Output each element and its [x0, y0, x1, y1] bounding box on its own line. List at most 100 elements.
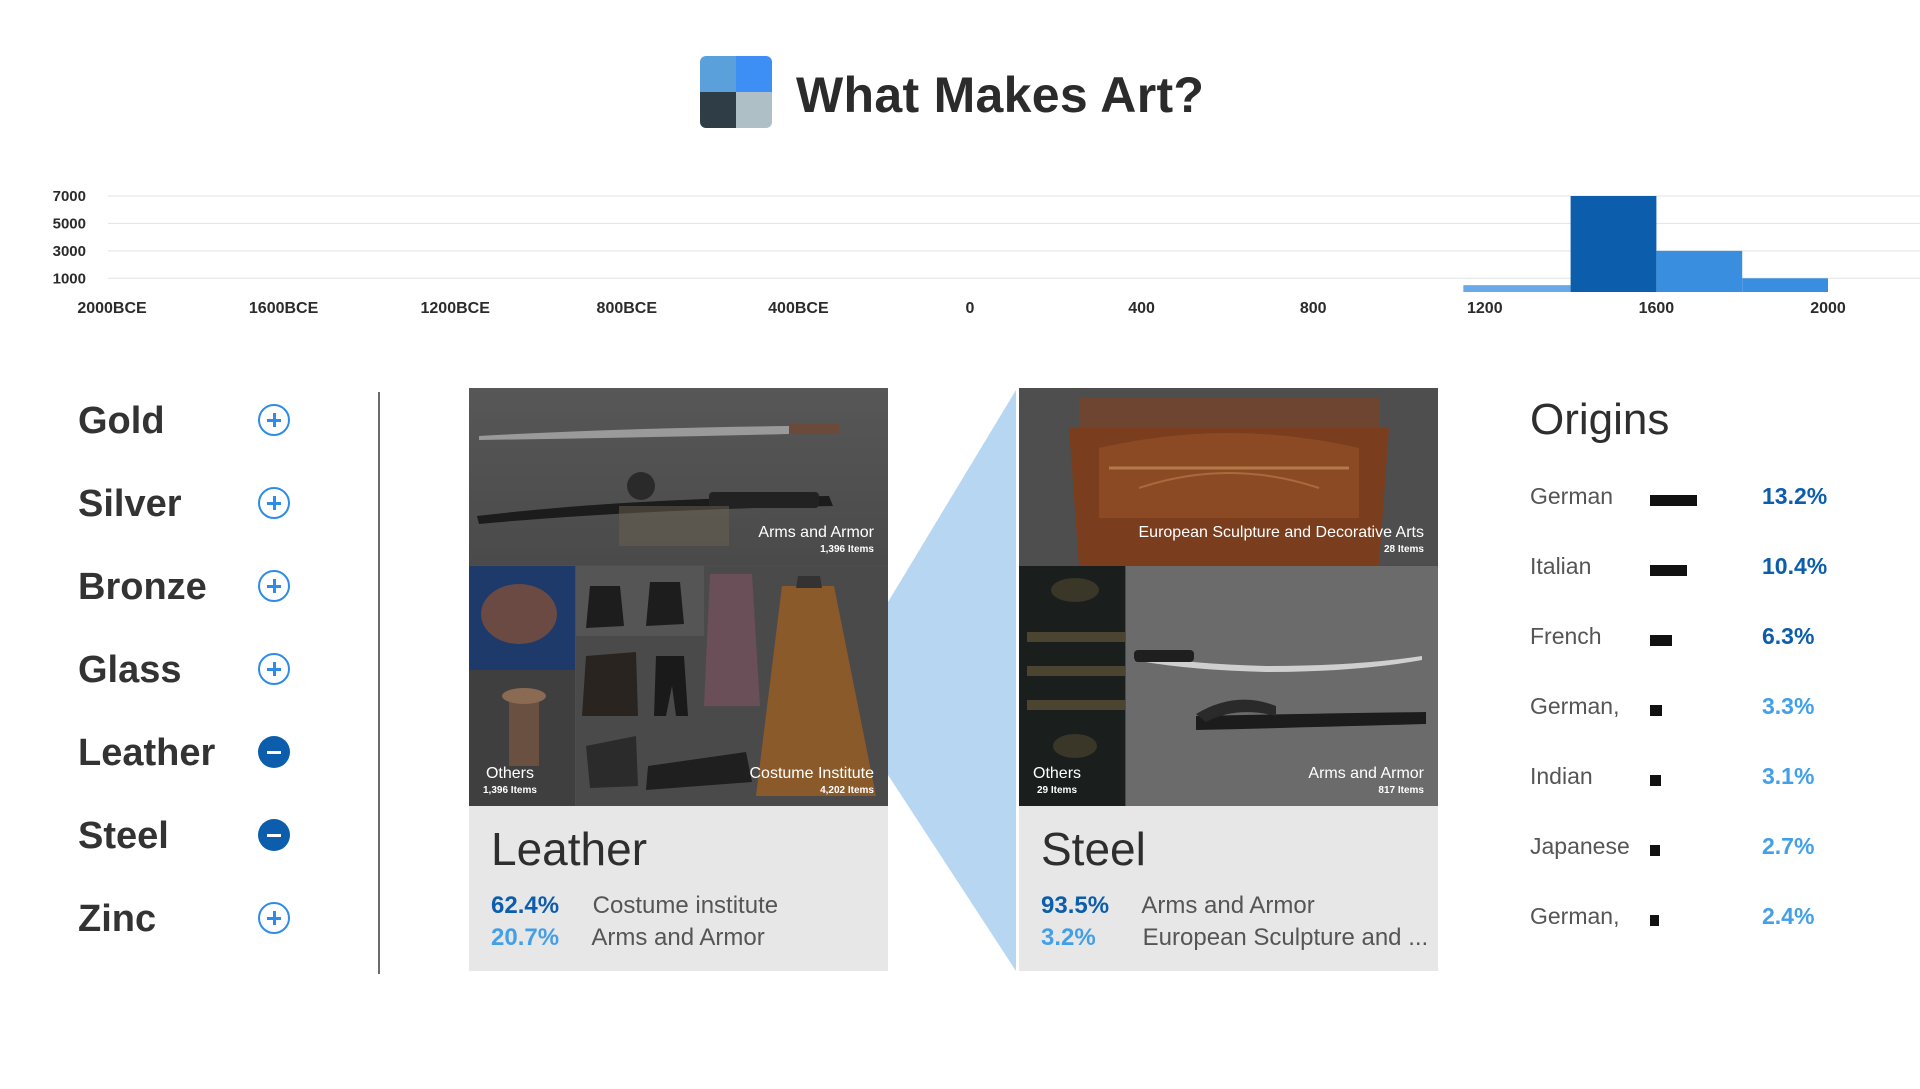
- department-name: Costume institute: [592, 892, 779, 919]
- material-item-steel[interactable]: Steel: [78, 805, 318, 888]
- histogram-bar[interactable]: [1742, 278, 1828, 292]
- material-card-leather[interactable]: Arms and Armor 1,396 Items Others 1,396 …: [469, 388, 888, 971]
- department-percent: 3.2%: [1041, 924, 1096, 951]
- origin-row[interactable]: French 6.3%: [1530, 621, 1890, 661]
- origins-list: German 13.2% Italian 10.4% French 6.3% German,…: [1530, 445, 1890, 965]
- x-tick-label: 800: [1300, 300, 1327, 317]
- x-tick-label: 400: [1128, 300, 1155, 317]
- origins-heading: Origins: [1530, 395, 1670, 444]
- histogram-bar[interactable]: [1463, 285, 1571, 292]
- origin-percent: 3.3%: [1762, 693, 1815, 719]
- material-item-leather[interactable]: Leather: [78, 722, 318, 805]
- material-label: Zinc: [78, 898, 157, 940]
- material-label: Silver: [78, 483, 182, 525]
- plus-circle-icon[interactable]: [258, 487, 290, 519]
- minus-circle-icon[interactable]: [258, 819, 290, 851]
- plus-circle-icon[interactable]: [258, 902, 290, 934]
- x-tick-label: 2000BCE: [77, 300, 147, 317]
- y-tick-label: 1000: [53, 270, 86, 287]
- tile-caption: Arms and Armor 1,396 Items: [758, 524, 874, 555]
- origin-name: Indian: [1530, 763, 1593, 789]
- material-item-gold[interactable]: Gold: [78, 390, 318, 473]
- department-name: European Sculpture and ...: [1142, 924, 1429, 951]
- tile-caption: Others 1,396 Items: [483, 765, 537, 796]
- tile-arms-and-armor[interactable]: Arms and Armor 1,396 Items: [469, 388, 888, 565]
- card-image-grid: European Sculpture and Decorative Arts 2…: [1019, 388, 1438, 806]
- plus-circle-icon[interactable]: [258, 404, 290, 436]
- card-image-grid: Arms and Armor 1,396 Items Others 1,396 …: [469, 388, 888, 806]
- x-tick-label: 0: [966, 300, 975, 317]
- origin-bar: [1650, 705, 1662, 716]
- app-logo-icon: [700, 56, 772, 128]
- y-tick-label: 5000: [53, 215, 86, 232]
- material-label: Bronze: [78, 566, 207, 608]
- card-summary: Leather 62.4% Costume institute 20.7% Ar…: [469, 806, 888, 971]
- material-label: Leather: [78, 732, 216, 774]
- material-item-zinc[interactable]: Zinc: [78, 888, 318, 971]
- card-summary: Steel 93.5% Arms and Armor 3.2% European…: [1019, 806, 1438, 971]
- origin-name: French: [1530, 623, 1602, 649]
- tile-costume-institute[interactable]: Costume Institute 4,202 Items: [576, 566, 888, 806]
- x-tick-label: 800BCE: [597, 300, 658, 317]
- x-tick-label: 1200BCE: [421, 300, 491, 317]
- origin-row[interactable]: German 13.2%: [1530, 481, 1890, 521]
- department-row[interactable]: 93.5% Arms and Armor: [1041, 892, 1315, 920]
- x-tick-label: 1600BCE: [249, 300, 319, 317]
- y-tick-label: 7000: [53, 188, 86, 205]
- origin-name: German,: [1530, 693, 1620, 719]
- tile-european-sculpture[interactable]: European Sculpture and Decorative Arts 2…: [1019, 388, 1438, 565]
- material-item-silver[interactable]: Silver: [78, 473, 318, 556]
- origin-percent: 10.4%: [1762, 553, 1828, 579]
- origin-row[interactable]: German, 3.3%: [1530, 691, 1890, 731]
- department-row[interactable]: 3.2% European Sculpture and ...: [1041, 924, 1428, 952]
- timeline-histogram[interactable]: 7000 5000 3000 1000 2000BCE 1600BCE 1200BCE 800…: [0, 180, 1920, 320]
- origin-percent: 13.2%: [1762, 483, 1828, 509]
- material-card-steel[interactable]: European Sculpture and Decorative Arts 2…: [1019, 388, 1438, 971]
- x-tick-label: 2000: [1810, 300, 1846, 317]
- origin-row[interactable]: Italian 10.4%: [1530, 551, 1890, 591]
- histogram-bar[interactable]: [1656, 250, 1743, 292]
- minus-circle-icon[interactable]: [258, 736, 290, 768]
- origin-percent: 2.7%: [1762, 833, 1815, 859]
- department-percent: 93.5%: [1041, 892, 1110, 919]
- origin-bar: [1650, 565, 1688, 576]
- material-item-bronze[interactable]: Bronze: [78, 556, 318, 639]
- timeline-chart-svg[interactable]: 7000 5000 3000 1000 2000BCE 1600BCE 1200BCE 800…: [0, 180, 1920, 320]
- origin-name: Italian: [1530, 553, 1592, 579]
- vertical-divider: [378, 392, 380, 974]
- department-percent: 20.7%: [491, 924, 560, 951]
- tile-arms-and-armor[interactable]: Arms and Armor 817 Items: [1126, 566, 1438, 806]
- material-label: Steel: [78, 815, 169, 857]
- plus-circle-icon[interactable]: [258, 653, 290, 685]
- card-title: Leather: [491, 823, 648, 875]
- origin-bar: [1650, 775, 1662, 786]
- material-item-glass[interactable]: Glass: [78, 639, 318, 722]
- origin-row[interactable]: German, 2.4%: [1530, 901, 1890, 941]
- tile-caption: Costume Institute 4,202 Items: [749, 765, 875, 796]
- y-tick-label: 3000: [53, 243, 86, 260]
- tile-caption: Arms and Armor 817 Items: [1308, 765, 1424, 796]
- origins-panel: Origins German 13.2% Italian 10.4% French 6.3…: [1530, 395, 1890, 965]
- tile-others[interactable]: Others 29 Items: [1019, 566, 1125, 806]
- tile-others[interactable]: Others 1,396 Items: [469, 566, 575, 806]
- histogram-bar[interactable]: [1570, 196, 1657, 292]
- origin-row[interactable]: Japanese 2.7%: [1530, 831, 1890, 871]
- origin-bar: [1650, 495, 1697, 506]
- department-name: Arms and Armor: [591, 924, 765, 951]
- card-title: Steel: [1041, 823, 1146, 875]
- x-tick-label: 1600: [1639, 300, 1675, 317]
- department-name: Arms and Armor: [1141, 892, 1315, 919]
- material-label: Gold: [78, 400, 165, 442]
- x-tick-label: 400BCE: [768, 300, 829, 317]
- department-row[interactable]: 20.7% Arms and Armor: [491, 924, 765, 952]
- origin-percent: 2.4%: [1762, 903, 1815, 929]
- origin-row[interactable]: Indian 3.1%: [1530, 761, 1890, 801]
- materials-list: Gold Silver Bronze Glass Leather Steel Z…: [78, 390, 318, 971]
- material-label: Glass: [78, 649, 182, 691]
- department-row[interactable]: 62.4% Costume institute: [491, 892, 778, 920]
- plus-circle-icon[interactable]: [258, 570, 290, 602]
- tile-caption: European Sculpture and Decorative Arts 2…: [1138, 524, 1425, 555]
- tile-caption: Others 29 Items: [1033, 765, 1082, 796]
- origin-bar: [1650, 845, 1660, 856]
- origin-percent: 6.3%: [1762, 623, 1815, 649]
